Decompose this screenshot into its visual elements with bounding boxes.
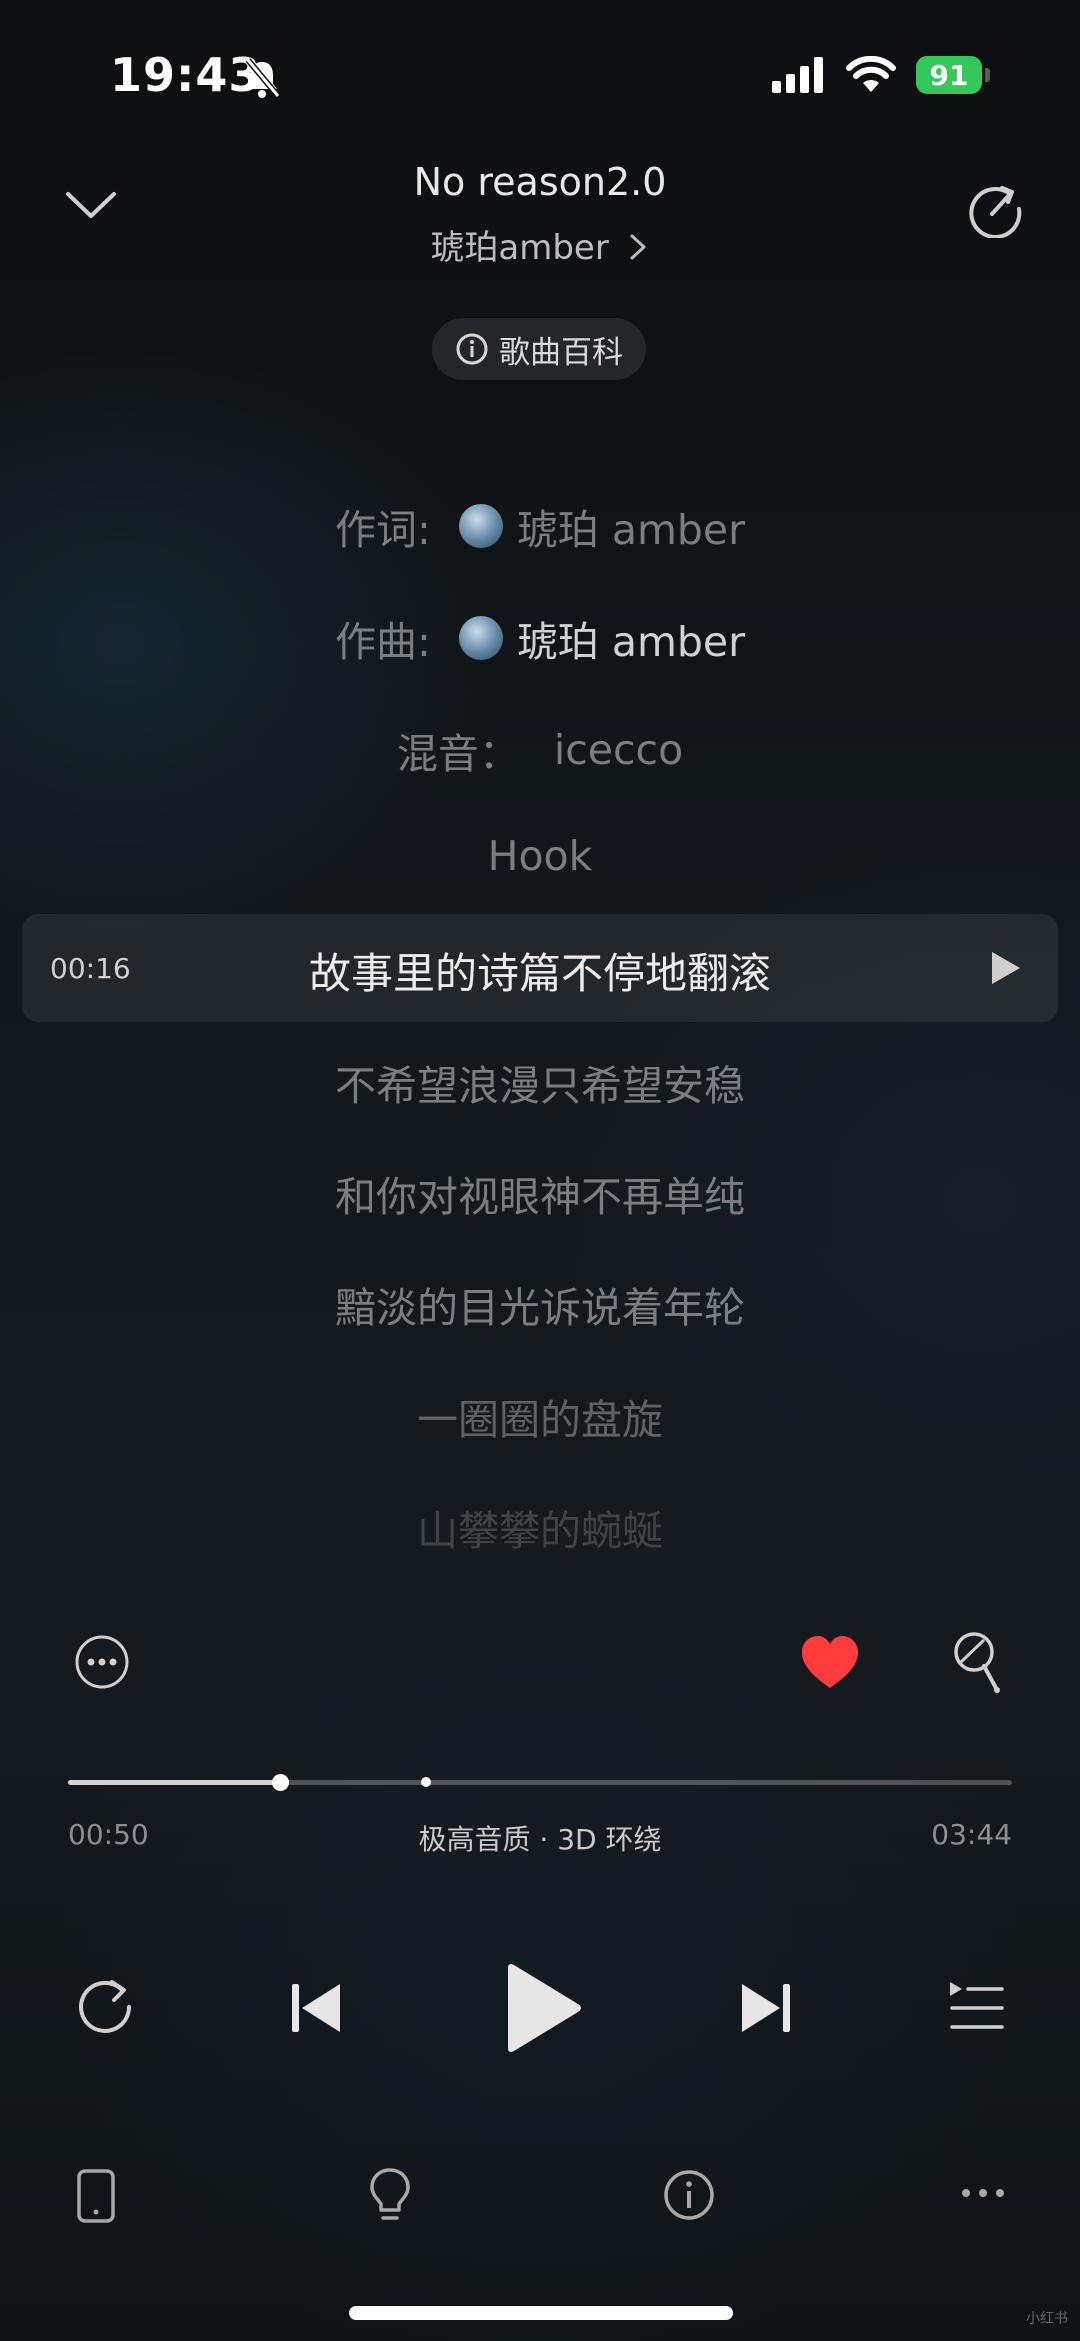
total-time: 03:44 bbox=[931, 1818, 1012, 1851]
credit-mixing: 混音： icecco bbox=[0, 720, 1080, 780]
avatar[interactable] bbox=[458, 504, 503, 548]
credit-value: icecco bbox=[553, 726, 684, 774]
artist-link[interactable]: 琥珀amber bbox=[0, 220, 1080, 269]
battery-indicator: 91 bbox=[916, 56, 990, 94]
play-from-line-icon[interactable] bbox=[990, 950, 1022, 986]
progress-fill bbox=[68, 1780, 283, 1785]
more-horizontal-icon[interactable] bbox=[960, 2186, 1006, 2200]
song-wiki-button[interactable]: 歌曲百科 bbox=[432, 318, 646, 380]
lightbulb-icon[interactable] bbox=[368, 2166, 412, 2226]
lyric-line[interactable]: 黯淡的目光诉说着年轮 bbox=[0, 1274, 1080, 1334]
playlist-icon[interactable] bbox=[948, 1980, 1006, 2034]
credit-value[interactable]: 琥珀 amber bbox=[517, 608, 745, 668]
lyric-line[interactable]: 一圈圈的盘旋 bbox=[0, 1386, 1080, 1446]
lyric-line[interactable]: 山攀攀的蜿蜒 bbox=[0, 1497, 1080, 1557]
credit-value[interactable]: 琥珀 amber bbox=[517, 496, 745, 556]
song-wiki-label: 歌曲百科 bbox=[499, 334, 623, 371]
battery-level: 91 bbox=[916, 56, 982, 94]
like-heart-icon[interactable] bbox=[800, 1634, 860, 1690]
credit-lyricist: 作词: 琥珀 amber bbox=[0, 496, 1080, 556]
watermark: 小红书 bbox=[1026, 2311, 1068, 2327]
more-options-icon[interactable] bbox=[74, 1634, 130, 1690]
chevron-right-icon bbox=[630, 234, 646, 260]
player-screen: 19:43 91 No reason2.0 琥珀amber 歌曲百科 作词: 琥… bbox=[0, 0, 1080, 2341]
quality-label[interactable]: 极高音质 · 3D 环绕 bbox=[0, 1818, 1080, 1858]
status-time: 19:43 bbox=[110, 48, 262, 102]
next-track-icon[interactable] bbox=[738, 1978, 794, 2038]
battery-cap bbox=[985, 68, 990, 82]
play-icon[interactable] bbox=[498, 1960, 584, 2056]
credit-label: 混音： bbox=[396, 730, 520, 778]
mute-bell-icon bbox=[245, 58, 281, 98]
artist-name: 琥珀amber bbox=[430, 228, 609, 268]
info-icon bbox=[456, 333, 488, 365]
cellular-signal-icon bbox=[772, 57, 823, 93]
device-icon[interactable] bbox=[74, 2168, 118, 2224]
progress-handle[interactable] bbox=[272, 1774, 289, 1791]
repeat-mode-icon[interactable] bbox=[74, 1976, 136, 2038]
lyric-line[interactable]: 不希望浪漫只希望安稳 bbox=[0, 1052, 1080, 1112]
wifi-icon bbox=[846, 56, 896, 92]
previous-track-icon[interactable] bbox=[288, 1978, 344, 2038]
lyric-line[interactable]: Hook bbox=[0, 832, 1080, 880]
lyric-line[interactable]: 和你对视眼神不再单纯 bbox=[0, 1163, 1080, 1223]
share-icon[interactable] bbox=[966, 180, 1024, 238]
avatar[interactable] bbox=[458, 616, 503, 660]
status-right: 91 bbox=[772, 56, 990, 94]
song-title: No reason2.0 bbox=[413, 160, 667, 204]
home-indicator[interactable] bbox=[349, 2306, 733, 2320]
active-lyric-line[interactable]: 故事里的诗篇不停地翻滚 bbox=[0, 940, 1080, 1001]
progress-marker bbox=[421, 1777, 431, 1787]
credit-label: 作词: bbox=[334, 506, 431, 554]
karaoke-mic-icon[interactable] bbox=[950, 1630, 1004, 1694]
credit-composer: 作曲: 琥珀 amber bbox=[0, 608, 1080, 668]
credit-label: 作曲: bbox=[334, 618, 431, 666]
song-info-icon[interactable] bbox=[662, 2168, 716, 2222]
